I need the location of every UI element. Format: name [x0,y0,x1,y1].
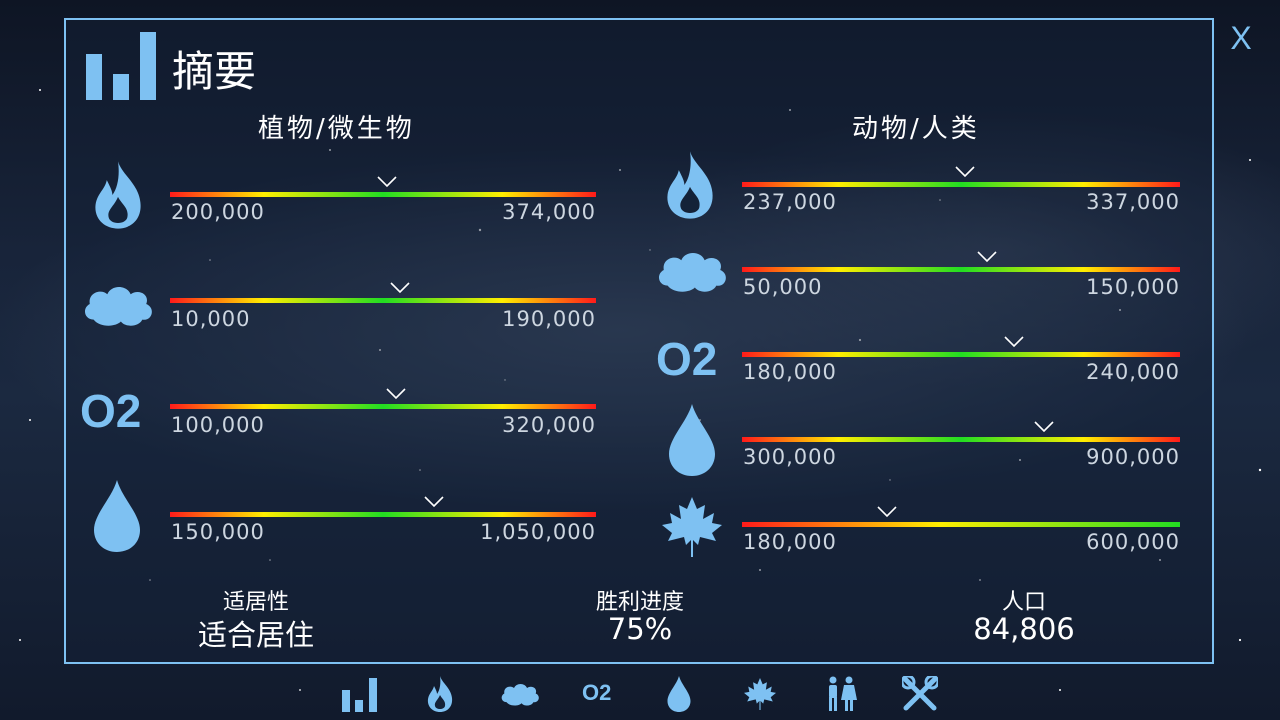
right-o2-bar [742,352,1180,357]
right-leaf-bar [742,522,1180,527]
nav-flame-icon[interactable] [425,676,455,712]
left-cloud-min: 10,000 [171,307,251,331]
left-cloud-max: 190,000 [502,307,596,331]
plants-column-title: 植物/微生物 [258,114,415,144]
left-o2-min: 100,000 [171,413,265,437]
right-water-min: 300,000 [743,445,837,469]
right-o2-max: 240,000 [1086,360,1180,384]
o2-icon: O2 [80,385,142,437]
right-water-marker [1034,421,1054,433]
nav-summary-icon[interactable] [342,676,378,712]
right-flame-bar [742,182,1180,187]
right-cloud-min: 50,000 [743,275,823,299]
left-o2-bar [170,404,596,409]
left-water-bar [170,512,596,517]
right-flame-marker [955,166,975,178]
left-cloud-bar [170,298,596,303]
o2-icon: O2 [656,333,718,385]
left-water-max: 1,050,000 [480,520,596,544]
nav-people-icon[interactable] [824,676,858,712]
nav-o2-icon[interactable]: O2 [582,680,611,706]
water-drop-icon [669,404,715,476]
right-leaf-marker [876,506,897,518]
left-o2-marker [386,388,406,400]
left-flame-bar [170,192,596,197]
right-leaf-max: 600,000 [1086,530,1180,554]
summary-panel [64,18,1214,664]
population-value: 84,806 [973,612,1075,646]
summary-bars-icon [86,32,156,100]
maple-leaf-icon [662,496,722,558]
nav-cloud-icon[interactable] [500,676,540,712]
nav-tools-icon[interactable] [902,676,938,712]
right-water-bar [742,437,1180,442]
page-title: 摘要 [172,47,257,96]
left-water-min: 150,000 [171,520,265,544]
cloud-icon [656,248,728,294]
water-drop-icon [94,480,140,552]
nav-maple-leaf-icon[interactable] [744,676,776,712]
nav-water-drop-icon[interactable] [667,676,691,712]
flame-icon [90,160,146,230]
habitability-value: 适合居住 [197,618,314,652]
flame-icon [662,150,718,220]
left-flame-min: 200,000 [171,200,265,224]
right-leaf-min: 180,000 [743,530,837,554]
victory-progress-value: 75% [607,612,673,646]
left-cloud-marker [390,282,410,294]
left-o2-max: 320,000 [502,413,596,437]
right-o2-min: 180,000 [743,360,837,384]
right-cloud-marker [977,251,997,263]
left-flame-marker [377,176,397,188]
animals-column-title: 动物/人类 [852,114,980,144]
close-button[interactable]: X [1226,20,1256,56]
right-cloud-max: 150,000 [1086,275,1180,299]
right-flame-min: 237,000 [743,190,837,214]
right-flame-max: 337,000 [1086,190,1180,214]
left-water-marker [424,496,444,508]
cloud-icon [82,282,154,328]
left-flame-max: 374,000 [502,200,596,224]
right-cloud-bar [742,267,1180,272]
right-o2-marker [1003,336,1024,348]
right-water-max: 900,000 [1086,445,1180,469]
